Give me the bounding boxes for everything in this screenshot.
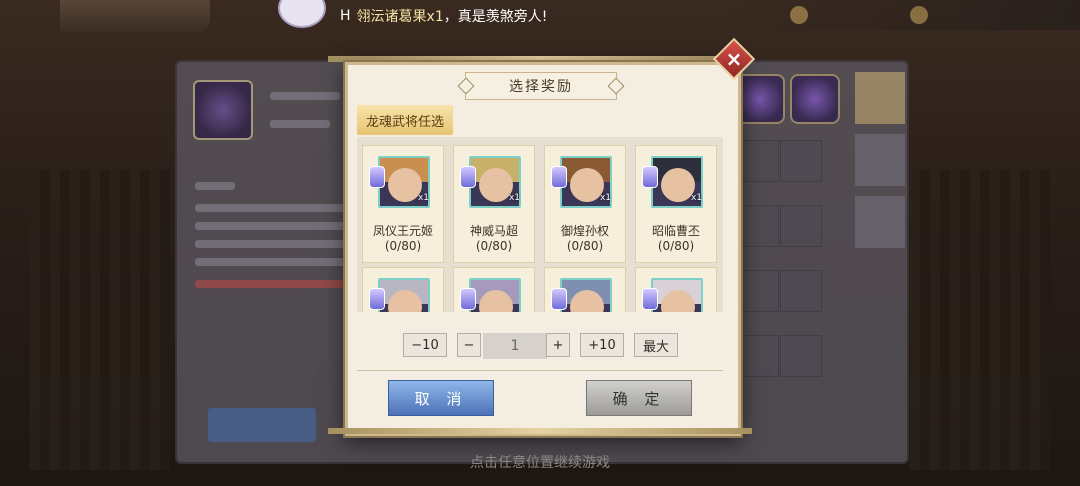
hero-portrait [378,278,430,312]
modal-bottom-trim [328,428,752,434]
background-text-line [195,222,345,230]
background-grid-cell [737,205,779,247]
background-gem-icon [735,74,785,124]
plus10-button[interactable]: +10 [580,333,624,357]
ticker-item: 翎沄诸葛果x1 [356,9,444,25]
background-text-line [195,182,235,190]
divider [357,370,723,371]
hero-portrait [560,278,612,312]
card-progress: (0/80) [384,239,422,253]
background-decor-left [30,170,170,470]
card-name: 凤仪王元姬 [372,224,433,238]
reward-card[interactable]: x1 凤仪王元姬 (0/80) [362,145,444,263]
background-grid-cell [737,335,779,377]
reward-grid[interactable]: x1 凤仪王元姬 (0/80) x1 神威马超 (0/80) x1 御煌孙权 (0/80) x1 昭… [357,137,723,312]
close-icon: × [725,47,743,71]
modal-title: 选择奖励 [465,72,617,100]
cancel-button[interactable]: 取 消 [388,380,494,416]
confirm-button[interactable]: 确 定 [586,380,692,416]
card-quantity: x1 [690,193,702,203]
background-side-tab [855,72,905,124]
card-quantity: x1 [417,193,429,203]
hero-face [570,168,604,202]
reward-card[interactable] [635,267,717,312]
background-text-line [270,92,340,100]
hero-face [388,168,422,202]
reward-card[interactable] [544,267,626,312]
background-grid-cell [780,140,822,182]
card-progress: (0/80) [475,239,513,253]
background-grid-cell [780,335,822,377]
soul-gem-icon [551,288,567,310]
card-name: 御煌孙权 [560,224,609,238]
background-grid-cell [737,270,779,312]
tab-category[interactable]: 龙魂武将任选 [357,105,453,135]
card-name: 神威马超 [469,224,518,238]
continue-hint: 点击任意位置继续游戏 [470,455,610,471]
background-text-line [195,258,345,266]
background-text-line [195,280,345,288]
minus10-button[interactable]: −10 [403,333,447,357]
soul-gem-icon [642,288,658,310]
soul-gem-icon [460,166,476,188]
reward-card[interactable]: x1 神威马超 (0/80) [453,145,535,263]
background-text-line [270,120,330,128]
background-text-line [195,240,345,248]
hero-face [661,168,695,202]
card-quantity: x1 [599,193,611,203]
background-decor-right [910,170,1050,470]
reward-card[interactable]: x1 昭临曹丕 (0/80) [635,145,717,263]
reward-card[interactable] [453,267,535,312]
minus-button[interactable]: − [457,333,481,357]
hero-portrait [651,278,703,312]
background-text-line [195,204,345,212]
quantity-input[interactable] [483,333,547,359]
background-grid-cell [780,270,822,312]
card-progress: (0/80) [566,239,604,253]
ticker-prefix: H [340,8,351,24]
background-button [208,408,316,442]
background-grid-cell [780,205,822,247]
background-side-tab [855,134,905,186]
soul-gem-icon [460,288,476,310]
hero-face [479,168,513,202]
background-gem-icon [790,74,840,124]
ticker-suffix: ，真是羡煞旁人! [443,9,548,25]
top-ribbon [60,0,210,32]
gem-icon [910,6,928,24]
hero-portrait [469,278,521,312]
soul-gem-icon [369,166,385,188]
coin-icon [790,6,808,24]
soul-gem-icon [551,166,567,188]
soul-gem-icon [642,166,658,188]
top-right-status-bar [720,0,1080,30]
max-button[interactable]: 最大 [634,333,678,357]
plus-button[interactable]: + [546,333,570,357]
broadcast-ticker: H 翎沄诸葛果x1 ，真是羡煞旁人! [340,5,547,27]
card-quantity: x1 [508,193,520,203]
background-item-thumb [193,80,253,140]
reward-card[interactable]: x1 御煌孙权 (0/80) [544,145,626,263]
background-side-tab [855,196,905,248]
background-grid-cell [737,140,779,182]
card-name: 昭临曹丕 [651,224,700,238]
soul-gem-icon [369,288,385,310]
reward-card[interactable] [362,267,444,312]
card-progress: (0/80) [657,239,695,253]
